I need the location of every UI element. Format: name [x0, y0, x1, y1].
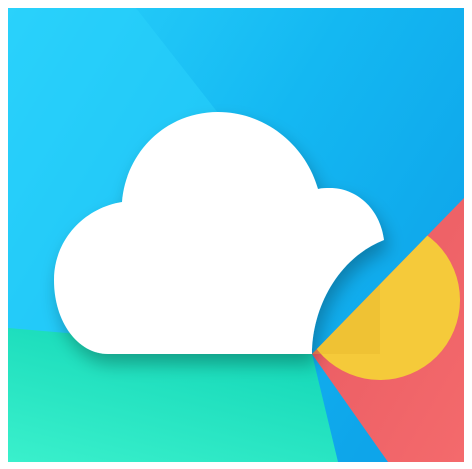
page	[0, 0, 472, 469]
cloud-weather-app-icon	[8, 8, 464, 462]
icon-artwork	[8, 8, 464, 462]
